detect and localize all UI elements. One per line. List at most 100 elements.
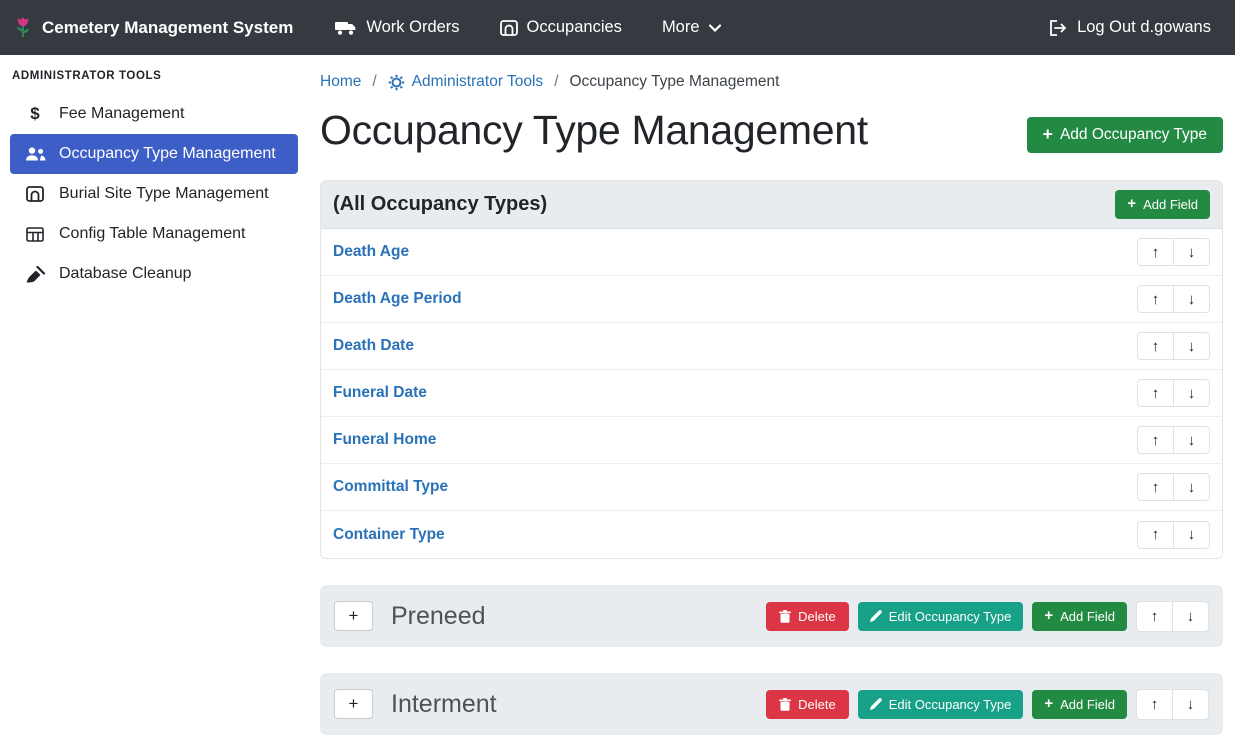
move-up-button[interactable]: ↑	[1137, 473, 1174, 501]
move-up-button[interactable]: ↑	[1137, 521, 1174, 549]
breadcrumb-separator: /	[372, 73, 376, 91]
arrow-up-icon: ↑	[1151, 608, 1159, 625]
sidebar-item-config-table-management[interactable]: Config Table Management	[0, 214, 308, 254]
plus-icon: +	[349, 694, 359, 714]
delete-label: Delete	[798, 697, 836, 712]
arrow-up-icon: ↑	[1152, 432, 1160, 449]
delete-button[interactable]: Delete	[766, 602, 849, 631]
nav-item-occupancies[interactable]: Occupancies	[500, 18, 622, 37]
move-down-button[interactable]: ↓	[1173, 332, 1210, 360]
card-title: (All Occupancy Types)	[333, 193, 547, 216]
move-down-button[interactable]: ↓	[1172, 601, 1209, 632]
move-up-button[interactable]: ↑	[1137, 332, 1174, 360]
field-link-funeral-date[interactable]: Funeral Date	[333, 384, 427, 402]
move-down-button[interactable]: ↓	[1173, 285, 1210, 313]
reorder-controls: ↑ ↓	[1137, 473, 1210, 501]
reorder-controls: ↑ ↓	[1136, 601, 1209, 632]
users-icon	[24, 147, 46, 161]
add-field-button[interactable]: + Add Field	[1032, 690, 1127, 719]
app-title: Cemetery Management System	[42, 18, 293, 38]
sidebar-item-fee-management[interactable]: $ Fee Management	[0, 94, 308, 134]
section-preneed: + Preneed Delete	[320, 585, 1223, 647]
table-icon	[24, 227, 46, 242]
move-up-button[interactable]: ↑	[1137, 238, 1174, 266]
expand-section-button[interactable]: +	[334, 689, 373, 719]
reorder-controls: ↑ ↓	[1136, 689, 1209, 720]
field-row: Death Age ↑ ↓	[321, 229, 1222, 276]
add-occupancy-type-label: Add Occupancy Type	[1060, 126, 1207, 144]
expand-section-button[interactable]: +	[334, 601, 373, 631]
add-field-button[interactable]: + Add Field	[1032, 602, 1127, 631]
field-link-death-date[interactable]: Death Date	[333, 337, 414, 355]
arrow-down-icon: ↓	[1188, 432, 1196, 449]
breadcrumb-admin-tools-link[interactable]: Administrator Tools	[388, 73, 544, 91]
trash-icon	[779, 610, 791, 623]
arrow-down-icon: ↓	[1188, 479, 1196, 496]
add-field-button[interactable]: + Add Field	[1115, 190, 1210, 219]
tulip-logo-icon	[14, 15, 32, 41]
sidebar-item-label: Burial Site Type Management	[59, 185, 269, 203]
sidebar-item-database-cleanup[interactable]: Database Cleanup	[0, 254, 308, 294]
frame-icon	[24, 186, 46, 202]
edit-label: Edit Occupancy Type	[889, 697, 1012, 712]
move-down-button[interactable]: ↓	[1173, 238, 1210, 266]
gear-icon	[388, 74, 405, 91]
add-occupancy-type-button[interactable]: + Add Occupancy Type	[1027, 117, 1223, 153]
field-link-container-type[interactable]: Container Type	[333, 526, 445, 544]
field-link-death-age-period[interactable]: Death Age Period	[333, 290, 462, 308]
move-down-button[interactable]: ↓	[1173, 521, 1210, 549]
move-down-button[interactable]: ↓	[1173, 473, 1210, 501]
chevron-down-icon	[709, 24, 721, 32]
logout-button[interactable]: Log Out d.gowans	[1049, 18, 1211, 37]
app-brand[interactable]: Cemetery Management System	[14, 15, 293, 41]
all-occupancy-types-card: (All Occupancy Types) + Add Field Death …	[320, 180, 1223, 559]
arrow-up-icon: ↑	[1152, 526, 1160, 543]
sidebar-item-burial-site-type-management[interactable]: Burial Site Type Management	[0, 174, 308, 214]
field-link-death-age[interactable]: Death Age	[333, 243, 409, 261]
move-up-button[interactable]: ↑	[1137, 285, 1174, 313]
move-down-button[interactable]: ↓	[1172, 689, 1209, 720]
plus-icon: +	[1043, 126, 1053, 144]
logout-label: Log Out d.gowans	[1077, 18, 1211, 37]
sidebar-item-label: Database Cleanup	[59, 265, 192, 283]
move-up-button[interactable]: ↑	[1137, 426, 1174, 454]
move-down-button[interactable]: ↓	[1173, 426, 1210, 454]
field-row: Death Date ↑ ↓	[321, 323, 1222, 370]
field-link-funeral-home[interactable]: Funeral Home	[333, 431, 436, 449]
sidebar: ADMINISTRATOR TOOLS $ Fee Management Occ…	[0, 55, 308, 738]
nav-item-work-orders[interactable]: Work Orders	[335, 18, 459, 37]
title-row: Occupancy Type Management + Add Occupanc…	[320, 107, 1223, 154]
main-content: Home / Administrator Tools / Occupancy T…	[308, 0, 1235, 735]
nav-item-more[interactable]: More	[662, 18, 721, 37]
breadcrumb-home-link[interactable]: Home	[320, 73, 361, 91]
field-row: Committal Type ↑ ↓	[321, 464, 1222, 511]
nav-label-occupancies: Occupancies	[527, 18, 622, 37]
move-up-button[interactable]: ↑	[1137, 379, 1174, 407]
arrow-down-icon: ↓	[1187, 608, 1195, 625]
move-up-button[interactable]: ↑	[1136, 689, 1173, 720]
move-down-button[interactable]: ↓	[1173, 379, 1210, 407]
breadcrumb: Home / Administrator Tools / Occupancy T…	[320, 73, 1223, 91]
arrow-down-icon: ↓	[1188, 526, 1196, 543]
arrow-down-icon: ↓	[1188, 291, 1196, 308]
breadcrumb-separator: /	[554, 73, 558, 91]
delete-label: Delete	[798, 609, 836, 624]
breadcrumb-current: Occupancy Type Management	[570, 73, 780, 91]
edit-occupancy-type-button[interactable]: Edit Occupancy Type	[858, 602, 1024, 631]
delete-button[interactable]: Delete	[766, 690, 849, 719]
broom-icon	[24, 266, 46, 283]
page-title: Occupancy Type Management	[320, 107, 868, 154]
move-up-button[interactable]: ↑	[1136, 601, 1173, 632]
field-row: Container Type ↑ ↓	[321, 511, 1222, 558]
section-controls: Delete Edit Occupancy Type + Add Field ↑…	[766, 689, 1209, 720]
sidebar-item-label: Config Table Management	[59, 225, 246, 243]
edit-occupancy-type-button[interactable]: Edit Occupancy Type	[858, 690, 1024, 719]
nav-label-work-orders: Work Orders	[366, 18, 459, 37]
field-link-committal-type[interactable]: Committal Type	[333, 478, 448, 496]
field-row: Funeral Home ↑ ↓	[321, 417, 1222, 464]
sidebar-item-occupancy-type-management[interactable]: Occupancy Type Management	[10, 134, 298, 174]
plus-icon: +	[1044, 697, 1053, 712]
field-row: Death Age Period ↑ ↓	[321, 276, 1222, 323]
section-controls: Delete Edit Occupancy Type + Add Field ↑…	[766, 601, 1209, 632]
arrow-down-icon: ↓	[1188, 385, 1196, 402]
